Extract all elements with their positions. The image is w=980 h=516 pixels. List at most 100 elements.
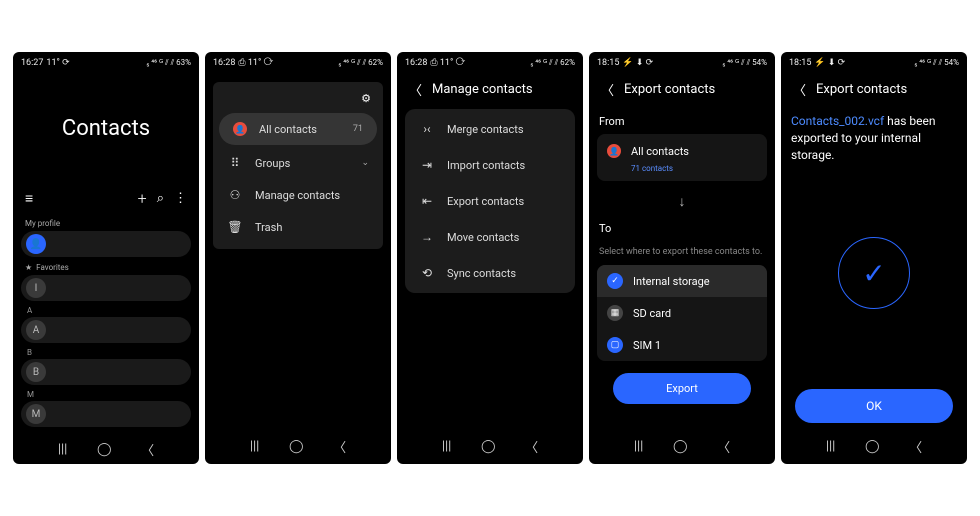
groups-icon: ⠿ [227, 156, 243, 170]
nav-bar: ||| ◯ 〈 [205, 427, 391, 464]
back-icon[interactable]: 〈 [601, 80, 614, 99]
export-contacts[interactable]: ⇤ Export contacts [405, 183, 575, 219]
import-contacts[interactable]: ⇥ Import contacts [405, 147, 575, 183]
section-favorites: ★ Favorites [21, 260, 191, 275]
status-left-icons: ⚡ ⬇ ⟳ [814, 58, 845, 68]
back-icon[interactable]: 〈 [793, 80, 806, 99]
status-right-icons: ₅ ⁴⁶ ᴳ ⫽ ⫽ 62% [338, 58, 383, 68]
from-name: All contacts [631, 145, 689, 158]
avatar: M [26, 404, 46, 424]
screen-export-contacts: 18:15 ⚡ ⬇ ⟳ ₅ ⁴⁶ ᴳ ⫽ ⫽ 54% 〈 Export cont… [589, 52, 775, 464]
count-badge: 71 [353, 124, 363, 134]
nav-back-icon[interactable]: 〈 [333, 437, 346, 456]
contact-row[interactable]: A [21, 317, 191, 343]
dest-label: SD card [633, 307, 671, 320]
status-right-icons: ₅ ⁴⁶ ᴳ ⫽ ⫽ 62% [530, 58, 575, 68]
nav-bar: ||| ◯ 〈 [589, 427, 775, 464]
status-right-icons: ₅ ⁴⁶ ᴳ ⫽ ⫽ 63% [146, 58, 191, 68]
merge-icon: ›‹ [419, 122, 435, 136]
from-label: From [597, 109, 767, 134]
page-title: Export contacts [816, 82, 907, 97]
letter-divider: A [21, 304, 191, 317]
avatar: B [26, 362, 46, 382]
nav-recents-icon[interactable]: ||| [442, 439, 452, 454]
to-label: To [597, 216, 767, 241]
merge-contacts[interactable]: ›‹ Merge contacts [405, 111, 575, 147]
section-my-profile: My profile [21, 216, 191, 231]
nav-back-icon[interactable]: 〈 [717, 437, 730, 456]
contact-row[interactable]: B [21, 359, 191, 385]
menu-label: Groups [255, 157, 290, 170]
settings-icon[interactable]: ⚙ [361, 92, 371, 105]
letter-divider: M [21, 388, 191, 401]
nav-home-icon[interactable]: ◯ [865, 439, 880, 454]
my-profile-row[interactable]: 👤 [21, 231, 191, 257]
arrow-down-icon: ↓ [597, 187, 767, 216]
ok-button[interactable]: OK [795, 389, 953, 423]
check-icon: ✓ [607, 273, 623, 289]
avatar: I [26, 278, 46, 298]
screen-contacts-home: 16:27 11° ⟳ ₅ ⁴⁶ ᴳ ⫽ ⫽ 63% Contacts ≡ + … [13, 52, 199, 464]
hamburger-icon[interactable]: ≡ [25, 190, 33, 207]
move-contacts[interactable]: → Move contacts [405, 219, 575, 255]
chevron-down-icon: ⌄ [361, 158, 369, 168]
menu-label: Manage contacts [255, 189, 340, 202]
nav-recents-icon[interactable]: ||| [58, 442, 68, 457]
search-icon[interactable]: ⌕ [157, 191, 164, 206]
move-icon: → [419, 230, 435, 244]
page-title: Contacts [21, 116, 191, 141]
sync-contacts[interactable]: ⟲ Sync contacts [405, 255, 575, 291]
screen-manage-contacts: 16:28 ⎙ 11° ⟳ ₅ ⁴⁶ ᴳ ⫽ ⫽ 62% 〈 Manage co… [397, 52, 583, 464]
nav-home-icon[interactable]: ◯ [97, 442, 112, 457]
contact-row[interactable]: M [21, 401, 191, 427]
drawer-trash[interactable]: 🗑 Trash [213, 211, 383, 243]
nav-back-icon[interactable]: 〈 [525, 437, 538, 456]
dest-label: SIM 1 [633, 339, 661, 352]
add-contact-icon[interactable]: + [138, 189, 147, 208]
status-time: 16:27 [21, 58, 43, 68]
nav-recents-icon[interactable]: ||| [250, 439, 260, 454]
menu-label: Merge contacts [447, 123, 524, 136]
from-selector[interactable]: 👤 All contacts 71 contacts [597, 134, 767, 181]
status-right-icons: ₅ ⁴⁶ ᴳ ⫽ ⫽ 54% [914, 58, 959, 68]
nav-home-icon[interactable]: ◯ [673, 439, 688, 454]
nav-back-icon[interactable]: 〈 [141, 440, 154, 459]
sd-icon: ▦ [607, 305, 623, 321]
status-bar: 16:28 ⎙ 11° ⟳ ₅ ⁴⁶ ᴳ ⫽ ⫽ 62% [397, 52, 583, 72]
sim-icon: ▢ [607, 337, 623, 353]
trash-icon: 🗑 [227, 220, 243, 234]
screen-export-done: 18:15 ⚡ ⬇ ⟳ ₅ ⁴⁶ ᴳ ⫽ ⫽ 54% 〈 Export cont… [781, 52, 967, 464]
dest-sd[interactable]: ▦ SD card [597, 297, 767, 329]
screen-drawer: 16:28 ⎙ 11° ⟳ ₅ ⁴⁶ ᴳ ⫽ ⫽ 62% ⚙ 👤 All con… [205, 52, 391, 464]
nav-home-icon[interactable]: ◯ [289, 439, 304, 454]
menu-label: Export contacts [447, 195, 524, 208]
status-left-icons: ⎙ 11° ⟳ [238, 58, 273, 68]
nav-home-icon[interactable]: ◯ [481, 439, 496, 454]
menu-label: Sync contacts [447, 267, 516, 280]
drawer-groups[interactable]: ⠿ Groups ⌄ [213, 147, 383, 179]
dest-internal[interactable]: ✓ Internal storage [597, 265, 767, 297]
letter-divider: B [21, 346, 191, 359]
dest-sim[interactable]: ▢ SIM 1 [597, 329, 767, 361]
success-check-icon: ✓ [838, 237, 910, 309]
favorite-row[interactable]: I [21, 275, 191, 301]
status-bar: 18:15 ⚡ ⬇ ⟳ ₅ ⁴⁶ ᴳ ⫽ ⫽ 54% [589, 52, 775, 72]
menu-label: All contacts [259, 123, 317, 136]
import-icon: ⇥ [419, 158, 435, 172]
status-time: 16:28 [405, 58, 427, 68]
drawer-manage[interactable]: ⚇ Manage contacts [213, 179, 383, 211]
page-title: Manage contacts [432, 82, 533, 97]
export-button[interactable]: Export [613, 373, 751, 404]
status-left-icons: 11° ⟳ [46, 58, 69, 68]
dest-label: Internal storage [633, 275, 710, 288]
drawer-all-contacts[interactable]: 👤 All contacts 71 [219, 113, 377, 145]
manage-icon: ⚇ [227, 188, 243, 202]
nav-recents-icon[interactable]: ||| [826, 439, 836, 454]
success-message: Contacts_002.vcf has been exported to yo… [789, 109, 959, 167]
more-icon[interactable]: ⋮ [174, 197, 187, 201]
back-icon[interactable]: 〈 [409, 80, 422, 99]
status-bar: 18:15 ⚡ ⬇ ⟳ ₅ ⁴⁶ ᴳ ⫽ ⫽ 54% [781, 52, 967, 72]
menu-label: Import contacts [447, 159, 525, 172]
nav-back-icon[interactable]: 〈 [909, 437, 922, 456]
nav-recents-icon[interactable]: ||| [634, 439, 644, 454]
